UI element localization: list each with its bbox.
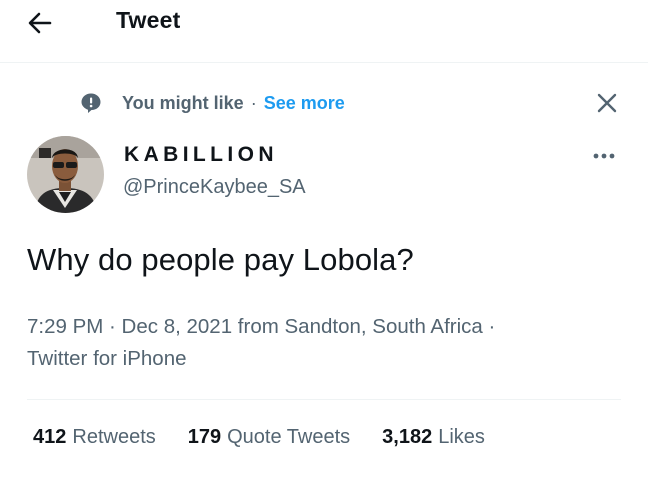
tweet-text: Why do people pay Lobola? [27,242,414,277]
quote-tweets-count: 179 [187,426,222,448]
likes-label: Likes [438,426,485,448]
likes-count: 3,182 [382,426,433,448]
close-icon [597,93,617,113]
more-dots-icon [593,153,615,159]
profile-photo [27,136,104,213]
avatar[interactable] [27,136,104,213]
arrow-left-icon [28,12,52,34]
retweets-label: Retweets [72,426,156,448]
tweet-meta[interactable]: 7:29 PM · Dec 8, 2021 from Sandton, Sout… [27,311,527,375]
more-options-button[interactable] [590,147,620,167]
top-bar: Tweet [0,0,648,63]
separator-dot: · [250,92,257,113]
retweets-count: 412 [33,426,67,448]
divider [27,399,621,400]
likes-stat[interactable]: 3,182 Likes [382,426,485,456]
close-button[interactable] [594,90,620,116]
engagement-stats: 412 Retweets 179 Quote Tweets 3,182 Likes [33,426,517,456]
recommendation-banner: You might like · See more [80,90,345,116]
quote-tweets-stat[interactable]: 179 Quote Tweets [188,426,350,456]
speech-bubble-icon [81,93,101,113]
author-handle[interactable]: @PrinceKaybee_SA [123,176,306,199]
recommendation-label: You might like [122,92,244,113]
page-title: Tweet [116,7,181,33]
retweets-stat[interactable]: 412 Retweets [33,426,156,456]
back-button[interactable] [22,8,58,38]
see-more-link[interactable]: See more [264,93,345,114]
quote-tweets-label: Quote Tweets [227,426,351,448]
author-display-name[interactable]: KABILLION [124,143,278,167]
